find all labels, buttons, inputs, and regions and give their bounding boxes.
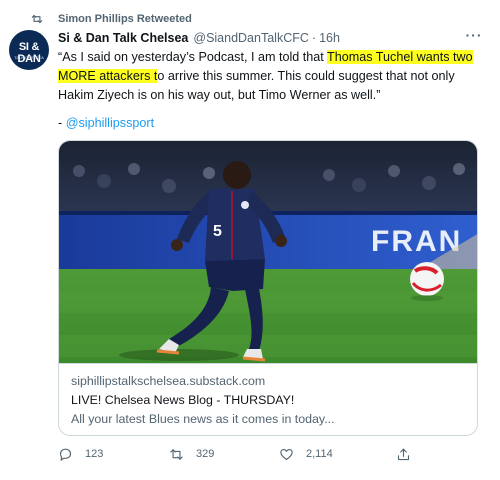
reply-icon (59, 448, 72, 461)
tweet-text-before: “As I said on yesterday’s Podcast, I am … (58, 50, 328, 64)
tweet-header: Si & Dan Talk Chelsea @SiandDanTalkCFC ·… (58, 29, 460, 47)
avatar[interactable]: SI & DAN TALK CHELSEA (9, 30, 49, 70)
mention-link[interactable]: @siphillipssport (66, 116, 154, 130)
reply-count: 123 (85, 448, 104, 460)
like-count: 2,114 (306, 448, 333, 460)
more-options-button[interactable]: ··· (464, 26, 484, 44)
link-card[interactable]: FRAN 5 siphillipstalkschelsea.substack.c… (58, 140, 478, 436)
retweet-button[interactable]: 329 (169, 443, 214, 465)
like-button[interactable]: 2,114 (279, 443, 333, 465)
card-description[interactable]: All your latest Blues news as it comes i… (71, 412, 335, 426)
tweet-text: “As I said on yesterday’s Podcast, I am … (58, 48, 486, 105)
retweet-banner[interactable]: Simon Phillips Retweeted (30, 10, 192, 28)
reply-button[interactable]: 123 (58, 443, 103, 465)
tweet-actions: 123 329 2,114 (58, 443, 478, 465)
tweet-mention-line: - @siphillipssport (58, 116, 154, 130)
author-handle[interactable]: @SiandDanTalkCFC (193, 31, 309, 45)
shirt-number: 5 (213, 223, 222, 240)
author-name[interactable]: Si & Dan Talk Chelsea (58, 31, 188, 45)
card-image[interactable]: FRAN 5 (59, 141, 477, 363)
avatar-subtext: TALK CHELSEA (14, 55, 44, 60)
card-title[interactable]: LIVE! Chelsea News Blog - THURSDAY! (71, 393, 294, 407)
share-button[interactable] (396, 443, 423, 465)
retweet-count: 329 (196, 448, 215, 460)
tweet-time[interactable]: 16h (319, 31, 340, 45)
retweet-icon (170, 448, 183, 460)
retweet-icon (30, 12, 44, 26)
mention-prefix: - (58, 116, 66, 130)
share-icon (397, 448, 410, 460)
separator-dot: · (311, 31, 317, 45)
avatar-text: SI & DAN (17, 41, 41, 65)
retweet-banner-text: Simon Phillips Retweeted (58, 13, 192, 25)
card-domain[interactable]: siphillipstalkschelsea.substack.com (71, 374, 265, 388)
card-divider (59, 363, 477, 364)
heart-icon (280, 448, 293, 460)
